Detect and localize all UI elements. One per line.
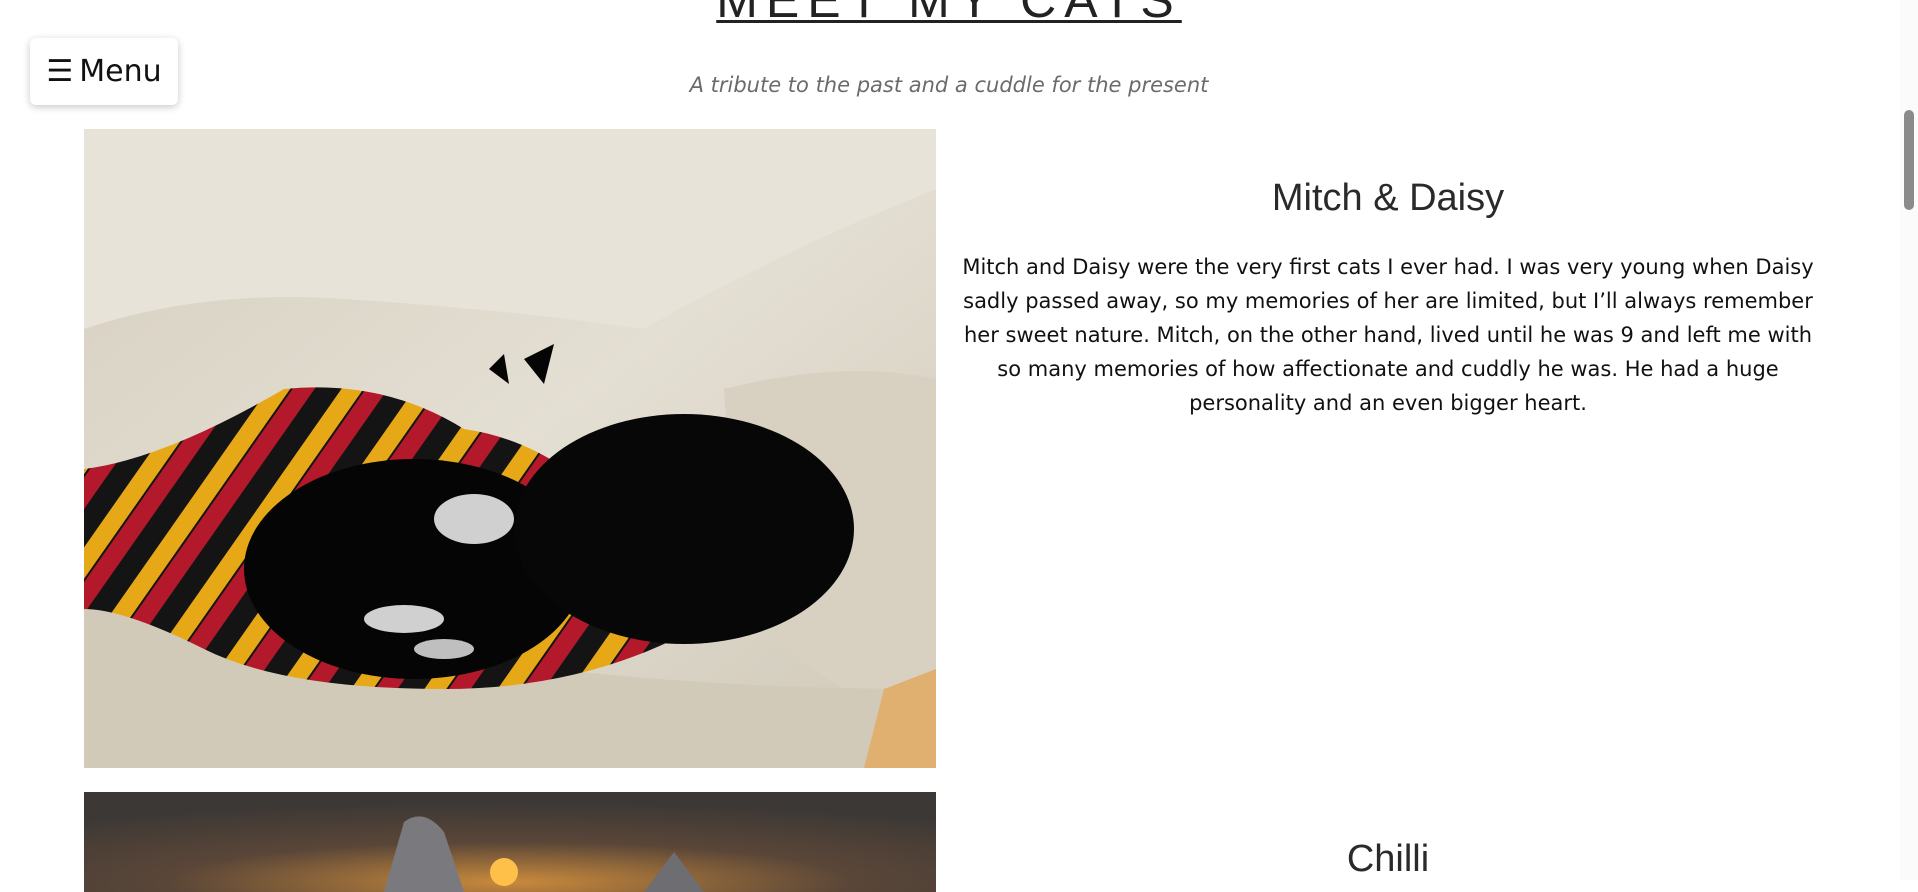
- cat-name-chilli: Chilli: [1346, 838, 1430, 880]
- page-title: MEET MY CATS: [0, 0, 1898, 30]
- cat-photo-chilli: [84, 792, 936, 892]
- page-scrollbar[interactable]: [1900, 0, 1918, 880]
- cat-bio-mitch-daisy: Mitch and Daisy were the very first cats…: [962, 255, 1814, 415]
- menu-button-label: Menu: [79, 54, 162, 89]
- menu-button[interactable]: ☰ Menu: [30, 38, 178, 105]
- cat-photo-image: [84, 129, 936, 768]
- cat-photo-mitch-daisy: [84, 129, 936, 768]
- cat-name-mitch-daisy: Mitch & Daisy: [1271, 177, 1505, 219]
- page-tagline: A tribute to the past and a cuddle for t…: [689, 73, 1209, 97]
- scrollbar-thumb[interactable]: [1904, 110, 1914, 210]
- hamburger-icon: ☰: [46, 53, 74, 89]
- page-title-text: MEET MY CATS: [716, 0, 1182, 28]
- cat-photo-image-chilli: [84, 792, 936, 892]
